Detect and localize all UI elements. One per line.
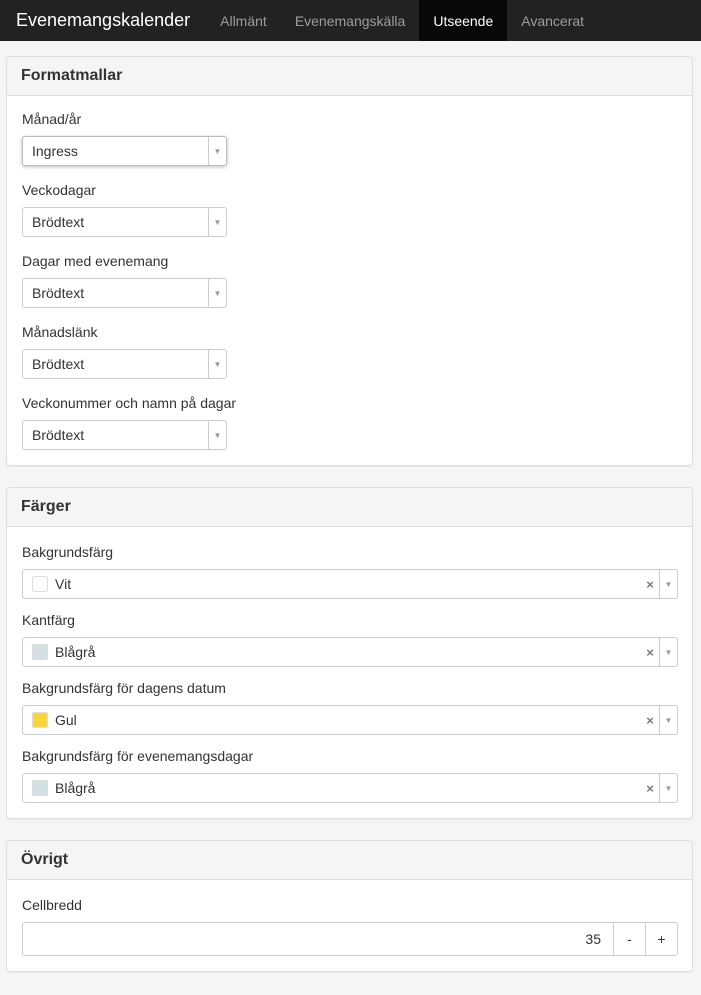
panel-body: Bakgrundsfärg Vit × ▼ Kantfärg Blågrå × …: [7, 527, 692, 818]
color-swatch: [32, 712, 48, 728]
form-group: Bakgrundsfärg för dagens datum Gul × ▼: [22, 680, 678, 735]
chevron-down-icon[interactable]: ▼: [208, 137, 226, 165]
field-label: Cellbredd: [22, 897, 82, 913]
color-swatch: [32, 780, 48, 796]
tab-avancerat[interactable]: Avancerat: [507, 0, 598, 41]
panel-heading: Formatmallar: [7, 57, 692, 96]
clear-icon[interactable]: ×: [641, 706, 659, 734]
kantfarg-select[interactable]: Blågrå × ▼: [22, 637, 678, 667]
form-group: Bakgrundsfärg Vit × ▼: [22, 544, 678, 599]
select-value: Blågrå: [55, 644, 96, 660]
field-label: Bakgrundsfärg: [22, 544, 114, 560]
swatch-wrap: [23, 706, 48, 734]
cellbredd-stepper: - +: [22, 922, 678, 956]
manad-ar-select[interactable]: Ingress ▼: [22, 136, 227, 166]
veckodagar-select[interactable]: Brödtext ▼: [22, 207, 227, 237]
increment-button[interactable]: +: [645, 923, 677, 955]
bakgrundsfarg-select[interactable]: Vit × ▼: [22, 569, 678, 599]
swatch-wrap: [23, 774, 48, 802]
form-group: Bakgrundsfärg för evenemangsdagar Blågrå…: [22, 748, 678, 803]
chevron-down-icon[interactable]: ▼: [659, 706, 677, 734]
tab-utseende[interactable]: Utseende: [419, 0, 508, 41]
veckonummer-select[interactable]: Brödtext ▼: [22, 420, 227, 450]
dagens-datum-farg-select[interactable]: Gul × ▼: [22, 705, 678, 735]
swatch-wrap: [23, 570, 48, 598]
chevron-down-icon[interactable]: ▼: [659, 570, 677, 598]
select-value: Vit: [55, 576, 72, 592]
color-swatch: [32, 576, 48, 592]
field-label: Bakgrundsfärg för dagens datum: [22, 680, 226, 696]
panel-body: Cellbredd - +: [7, 880, 692, 971]
field-label: Veckonummer och namn på dagar: [22, 395, 237, 411]
dagar-med-evenemang-select[interactable]: Brödtext ▼: [22, 278, 227, 308]
chevron-down-icon[interactable]: ▼: [208, 421, 226, 449]
select-value: Blågrå: [55, 780, 96, 796]
field-label: Dagar med evenemang: [22, 253, 169, 269]
clear-icon[interactable]: ×: [641, 774, 659, 802]
select-value: Gul: [55, 712, 77, 728]
select-value: Brödtext: [32, 427, 85, 443]
panel-title: Formatmallar: [21, 67, 123, 84]
form-group: Veckodagar Brödtext ▼: [22, 182, 677, 237]
cellbredd-input[interactable]: [23, 923, 613, 955]
form-group: Månadslänk Brödtext ▼: [22, 324, 677, 379]
panel-heading: Färger: [7, 488, 692, 527]
form-group: Månad/år Ingress ▼: [22, 111, 677, 166]
clear-icon[interactable]: ×: [641, 570, 659, 598]
select-value: Brödtext: [32, 214, 85, 230]
panel-farger: Färger Bakgrundsfärg Vit × ▼ Kantfärg Bl…: [6, 487, 693, 819]
field-label: Månad/år: [22, 111, 82, 127]
swatch-wrap: [23, 638, 48, 666]
select-value: Ingress: [32, 143, 78, 159]
field-label: Kantfärg: [22, 612, 75, 628]
field-label: Månadslänk: [22, 324, 98, 340]
select-value: Brödtext: [32, 285, 85, 301]
form-group: Dagar med evenemang Brödtext ▼: [22, 253, 677, 308]
panel-ovrigt: Övrigt Cellbredd - +: [6, 840, 693, 972]
chevron-down-icon[interactable]: ▼: [659, 638, 677, 666]
field-label: Bakgrundsfärg för evenemangsdagar: [22, 748, 254, 764]
panel-title: Färger: [21, 498, 71, 515]
panel-heading: Övrigt: [7, 841, 692, 880]
panel-body: Månad/år Ingress ▼ Veckodagar Brödtext ▼…: [7, 96, 692, 465]
chevron-down-icon[interactable]: ▼: [659, 774, 677, 802]
clear-icon[interactable]: ×: [641, 638, 659, 666]
app-brand[interactable]: Evenemangskalender: [0, 0, 206, 41]
evenemangsdagar-farg-select[interactable]: Blågrå × ▼: [22, 773, 678, 803]
tab-allmant[interactable]: Allmänt: [206, 0, 281, 41]
color-swatch: [32, 644, 48, 660]
main-content: Formatmallar Månad/år Ingress ▼ Veckodag…: [0, 41, 701, 972]
chevron-down-icon[interactable]: ▼: [208, 279, 226, 307]
tab-evenemangskalla[interactable]: Evenemangskälla: [281, 0, 420, 41]
panel-formatmallar: Formatmallar Månad/år Ingress ▼ Veckodag…: [6, 56, 693, 466]
manadslank-select[interactable]: Brödtext ▼: [22, 349, 227, 379]
panel-title: Övrigt: [21, 851, 69, 868]
field-label: Veckodagar: [22, 182, 96, 198]
select-value: Brödtext: [32, 356, 85, 372]
top-navbar: Evenemangskalender Allmänt Evenemangskäl…: [0, 0, 701, 41]
chevron-down-icon[interactable]: ▼: [208, 350, 226, 378]
chevron-down-icon[interactable]: ▼: [208, 208, 226, 236]
form-group: Cellbredd - +: [22, 897, 678, 956]
form-group: Veckonummer och namn på dagar Brödtext ▼: [22, 395, 677, 450]
decrement-button[interactable]: -: [613, 923, 645, 955]
form-group: Kantfärg Blågrå × ▼: [22, 612, 678, 667]
